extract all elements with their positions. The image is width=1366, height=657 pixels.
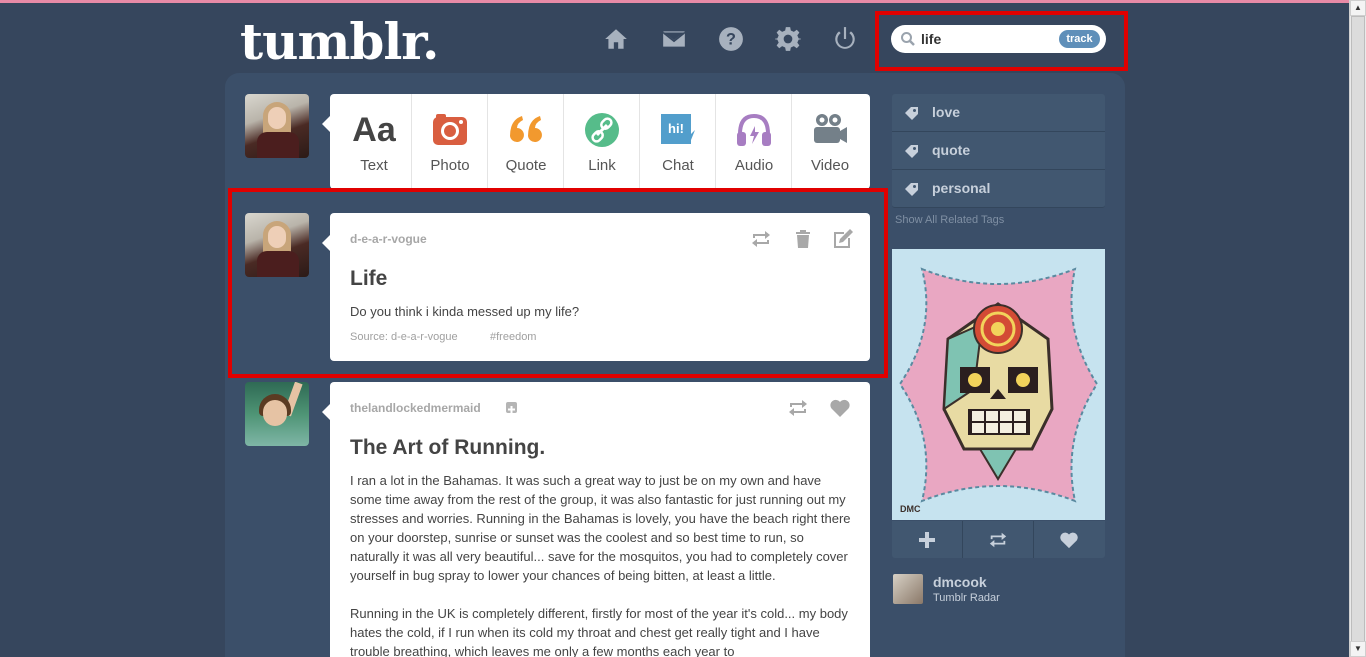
related-tag-quote[interactable]: quote — [892, 132, 1105, 170]
avatar[interactable] — [893, 574, 923, 604]
search-box[interactable]: track — [891, 25, 1106, 53]
radar-user[interactable]: dmcook Tumblr Radar — [892, 573, 1105, 607]
post-video-button[interactable]: Video — [792, 94, 868, 189]
show-all-related-tags-link[interactable]: Show All Related Tags — [895, 214, 1004, 226]
page-scrollbar[interactable]: ▲ ▼ — [1349, 0, 1366, 657]
radar-label: Tumblr Radar — [933, 592, 1000, 604]
power-icon[interactable] — [832, 26, 858, 52]
post-title: The Art of Running. — [350, 436, 546, 459]
avatar[interactable] — [245, 94, 309, 158]
gear-icon[interactable] — [773, 26, 803, 52]
scrollbar-thumb[interactable] — [1351, 16, 1365, 644]
reblog-icon — [789, 400, 807, 416]
tag-icon — [905, 145, 918, 158]
text-icon: Aa — [352, 111, 396, 149]
post-author[interactable]: thelandlockedmermaid — [350, 401, 481, 415]
like-button[interactable] — [829, 397, 851, 419]
related-tag-love[interactable]: love — [892, 94, 1105, 132]
post-body: I ran a lot in the Bahamas. It was such … — [350, 473, 851, 583]
heart-icon — [1060, 532, 1078, 549]
post-quote-button[interactable]: Quote — [488, 94, 564, 189]
post-highlight-frame — [228, 188, 888, 378]
artwork-signature: DMC — [900, 504, 921, 514]
skull-artwork: DMC — [892, 249, 1105, 520]
video-camera-icon — [814, 114, 847, 143]
link-icon — [585, 113, 619, 147]
chat-icon: hi! — [661, 114, 695, 144]
reblog-button[interactable] — [787, 397, 809, 419]
search-input[interactable] — [921, 30, 1041, 48]
post-photo-button[interactable]: Photo — [412, 94, 488, 189]
tumblr-logo[interactable]: tumblr. — [240, 12, 439, 71]
post-type-bar: Aa Text Photo Quote Link hi! Chat Audio … — [322, 94, 870, 189]
post-body-continued: Running in the UK is completely differen… — [350, 606, 848, 657]
related-tags: love quote personal — [892, 94, 1105, 208]
post-card: thelandlockedmermaid The Art of Running.… — [322, 382, 870, 657]
reblog-icon — [989, 532, 1007, 548]
top-accent-line — [0, 0, 1366, 3]
scroll-up-arrow-icon[interactable]: ▲ — [1350, 0, 1366, 16]
follow-icon[interactable] — [506, 402, 517, 413]
radar-username[interactable]: dmcook — [933, 574, 987, 590]
post-audio-button[interactable]: Audio — [716, 94, 792, 189]
search-icon — [901, 32, 915, 46]
post-link-button[interactable]: Link — [564, 94, 640, 189]
post-chat-button[interactable]: hi! Chat — [640, 94, 716, 189]
plus-icon — [919, 532, 935, 548]
headphones-icon — [737, 113, 771, 146]
mail-icon[interactable] — [661, 26, 687, 52]
tag-icon — [905, 107, 918, 120]
quote-icon — [510, 116, 542, 142]
tag-icon — [905, 183, 918, 196]
track-button[interactable]: track — [1059, 30, 1100, 48]
related-tag-personal[interactable]: personal — [892, 170, 1105, 208]
radar-like-button[interactable] — [1034, 521, 1105, 558]
help-icon[interactable]: ? — [718, 26, 744, 52]
home-icon[interactable] — [603, 26, 629, 52]
avatar[interactable] — [245, 382, 309, 446]
camera-icon — [433, 114, 467, 145]
post-text-button[interactable]: Aa Text — [336, 94, 412, 189]
radar-reblog-button[interactable] — [963, 521, 1034, 558]
svg-text:hi!: hi! — [668, 121, 684, 136]
radar-actions — [892, 521, 1105, 558]
scroll-down-arrow-icon[interactable]: ▼ — [1350, 641, 1366, 657]
radar-follow-button[interactable] — [892, 521, 963, 558]
heart-icon — [830, 399, 850, 417]
radar-image[interactable]: DMC — [892, 249, 1105, 520]
svg-text:?: ? — [726, 30, 736, 48]
